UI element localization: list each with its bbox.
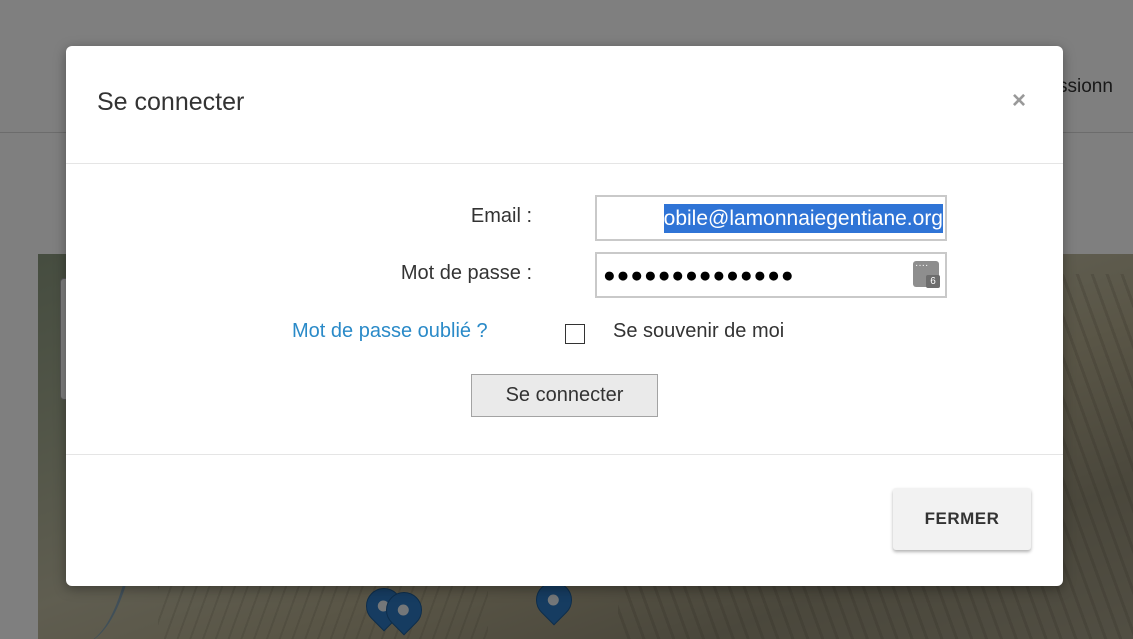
forgot-password-link[interactable]: Mot de passe oublié ? bbox=[292, 320, 488, 343]
password-field[interactable]: ●●●●●●●●●●●●●● 6 bbox=[595, 252, 947, 298]
modal-body: Email : obile@lamonnaiegentiane.org Mot … bbox=[66, 164, 1063, 455]
modal-title: Se connecter bbox=[97, 88, 245, 116]
password-label: Mot de passe : bbox=[400, 262, 532, 284]
modal-header: Se connecter × bbox=[66, 46, 1063, 164]
modal-footer: FERMER bbox=[66, 455, 1063, 586]
close-icon[interactable]: × bbox=[1004, 86, 1034, 116]
email-field[interactable]: obile@lamonnaiegentiane.org bbox=[595, 195, 947, 241]
email-label: Email : bbox=[470, 205, 532, 227]
email-field-value: obile@lamonnaiegentiane.org bbox=[663, 204, 943, 233]
login-submit-button[interactable]: Se connecter bbox=[471, 374, 658, 417]
password-field-value: ●●●●●●●●●●●●●● bbox=[603, 264, 795, 287]
password-manager-icon[interactable]: 6 bbox=[913, 260, 940, 288]
login-modal: Se connecter × Email : obile@lamonnaiege… bbox=[66, 46, 1063, 586]
password-manager-badge: 6 bbox=[926, 275, 940, 288]
close-modal-button[interactable]: FERMER bbox=[893, 488, 1031, 550]
remember-me-checkbox[interactable] bbox=[565, 324, 585, 344]
remember-me-label[interactable]: Se souvenir de moi bbox=[613, 320, 784, 343]
